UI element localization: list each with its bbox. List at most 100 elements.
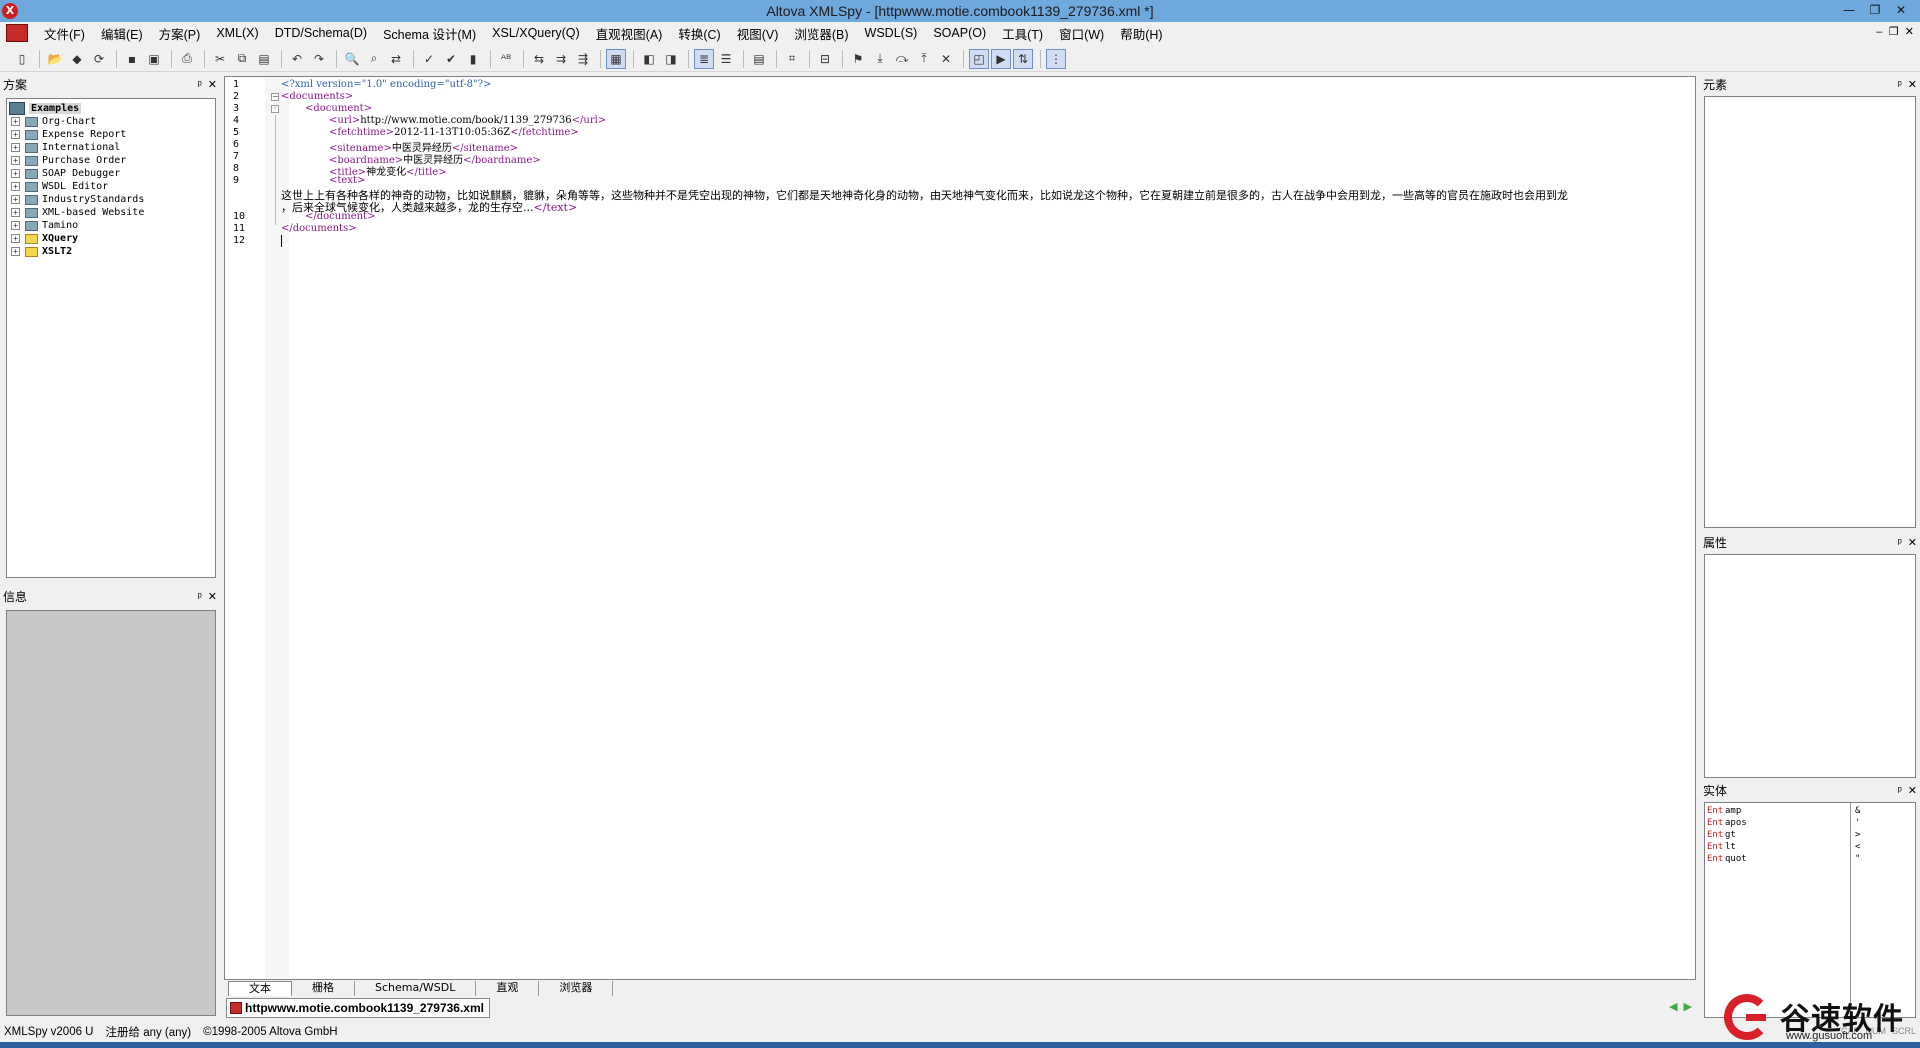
fold-toggle[interactable]: ◦ [271, 105, 279, 113]
tree-item[interactable]: + IndustryStandards [7, 193, 215, 206]
debug-start-icon[interactable]: ⚑ [848, 49, 868, 69]
validate-icon[interactable]: ✔ [441, 49, 461, 69]
close-icon[interactable]: ✕ [1908, 534, 1917, 552]
expand-icon[interactable]: + [11, 169, 20, 178]
menu-authentic[interactable]: 直观视图(A) [588, 24, 671, 43]
compare-icon[interactable]: ⊟ [815, 49, 835, 69]
find-icon[interactable]: 🔍 [342, 49, 362, 69]
debug-step-out-icon[interactable]: ⤒ [914, 49, 934, 69]
mdi-restore-button[interactable]: ❐ [1889, 25, 1899, 38]
menu-view[interactable]: 视图(V) [729, 24, 787, 43]
expand-icon[interactable]: + [11, 234, 20, 243]
menu-help[interactable]: 帮助(H) [1112, 24, 1170, 43]
tab-schema-wsdl[interactable]: Schema/WSDL [355, 981, 477, 996]
tree-item[interactable]: + Purchase Order [7, 154, 215, 167]
close-button[interactable]: ✕ [1888, 0, 1914, 20]
pin-icon[interactable]: ᵖ [198, 76, 202, 94]
paste-icon[interactable]: ▤ [254, 49, 274, 69]
debug-step-over-icon[interactable]: ⤼ [892, 49, 912, 69]
entity-row[interactable]: Ent gt > [1705, 829, 1915, 841]
cut-icon[interactable]: ✂ [210, 49, 230, 69]
tree-item[interactable]: + SOAP Debugger [7, 167, 215, 180]
fold-icon[interactable]: ◰ [969, 48, 989, 69]
menu-browser[interactable]: 浏览器(B) [786, 24, 856, 43]
check-wellformed-icon[interactable]: ✓ [419, 49, 439, 69]
expand-icon[interactable]: + [11, 156, 20, 165]
pretty-print-icon[interactable]: ☰ [716, 49, 736, 69]
document-menu-icon[interactable] [6, 24, 28, 42]
expand-icon[interactable]: + [11, 182, 20, 191]
menu-soap[interactable]: SOAP(O) [925, 26, 994, 40]
find-next-icon[interactable]: ⌕ [364, 49, 384, 69]
copy-icon[interactable]: ⧉ [232, 49, 252, 69]
debug-step-into-icon[interactable]: ⤓ [870, 49, 890, 69]
word-wrap-icon[interactable]: ≣ [694, 48, 714, 69]
text-view-icon[interactable]: ▦ [606, 48, 626, 69]
pin-icon[interactable]: ᵖ [198, 588, 202, 606]
tree-item[interactable]: + XQuery [7, 232, 215, 245]
restore-button[interactable]: ❐ [1862, 0, 1888, 20]
xquery-icon[interactable]: ⇶ [573, 49, 593, 69]
tab-text[interactable]: 文本 [228, 981, 292, 996]
pin-icon[interactable]: ᵖ [1898, 534, 1902, 552]
enter-data-icon[interactable]: ▤ [749, 49, 769, 69]
whitespace-icon[interactable]: ⋮ [1046, 48, 1066, 69]
entity-row[interactable]: Ent lt < [1705, 841, 1915, 853]
tree-item[interactable]: + WSDL Editor [7, 180, 215, 193]
generate-schema-icon[interactable]: ▮ [463, 49, 483, 69]
tree-item[interactable]: + International [7, 141, 215, 154]
line-numbers-icon[interactable]: ▶ [991, 48, 1011, 69]
tree-item[interactable]: + Org-Chart [7, 115, 215, 128]
expand-icon[interactable]: + [11, 208, 20, 217]
next-document-icon[interactable]: ▶ [1684, 1000, 1692, 1013]
tab-authentic[interactable]: 直观 [476, 981, 540, 996]
browser-forward-icon[interactable]: ◨ [661, 49, 681, 69]
menu-edit[interactable]: 编辑(E) [93, 24, 151, 43]
menu-xml[interactable]: XML(X) [208, 26, 266, 40]
save-all-icon[interactable]: ▣ [144, 49, 164, 69]
prev-document-icon[interactable]: ◀ [1669, 1000, 1677, 1013]
tab-browser[interactable]: 浏览器 [539, 981, 614, 996]
expand-icon[interactable]: + [11, 195, 20, 204]
reload-icon[interactable]: ⟳ [89, 49, 109, 69]
open-url-icon[interactable]: ◆ [67, 49, 87, 69]
mdi-minimize-button[interactable]: ‒ [1876, 25, 1883, 38]
xsl-transform-icon[interactable]: ⇆ [529, 49, 549, 69]
pin-icon[interactable]: ᵖ [1898, 76, 1902, 94]
save-icon[interactable]: ▪ [122, 49, 142, 69]
fold-toggle[interactable]: − [271, 93, 279, 101]
tree-root[interactable]: Examples [7, 102, 215, 115]
debug-stop-icon[interactable]: ✕ [936, 49, 956, 69]
xpath-icon[interactable]: ⌗ [782, 49, 802, 69]
menu-dtd-schema[interactable]: DTD/Schema(D) [267, 26, 375, 40]
pin-icon[interactable]: ᵖ [1898, 782, 1902, 800]
close-icon[interactable]: ✕ [1908, 782, 1917, 800]
menu-file[interactable]: 文件(F) [36, 24, 93, 43]
expand-icon[interactable]: + [11, 221, 20, 230]
new-file-icon[interactable]: ▯ [12, 49, 32, 69]
menu-tools[interactable]: 工具(T) [994, 24, 1051, 43]
menu-xsl-xquery[interactable]: XSL/XQuery(Q) [484, 26, 588, 40]
document-tab[interactable]: httpwww.motie.combook1139_279736.xml [226, 998, 490, 1018]
tree-item[interactable]: + Tamino [7, 219, 215, 232]
open-folder-icon[interactable]: 📂 [45, 49, 65, 69]
entity-row[interactable]: Ent quot " [1705, 853, 1915, 865]
tree-item[interactable]: + XSLT2 [7, 245, 215, 258]
menu-convert[interactable]: 转换(C) [670, 24, 728, 43]
tree-item[interactable]: + Expense Report [7, 128, 215, 141]
mdi-close-button[interactable]: ✕ [1905, 25, 1914, 38]
browser-back-icon[interactable]: ◧ [639, 49, 659, 69]
menu-schema-design[interactable]: Schema 设计(M) [375, 24, 484, 43]
close-icon[interactable]: ✕ [208, 76, 217, 94]
expand-icon[interactable]: + [11, 247, 20, 256]
menu-window[interactable]: 窗口(W) [1051, 24, 1112, 43]
text-editor[interactable]: 1 2 3 4 5 6 7 8 9 10 11 12 − ◦ <?xml ver… [224, 76, 1696, 980]
xsl-fo-icon[interactable]: ⇉ [551, 49, 571, 69]
entity-row[interactable]: Ent apos ' [1705, 817, 1915, 829]
bookmark-margin-icon[interactable]: ⇅ [1013, 48, 1033, 69]
tree-item[interactable]: + XML-based Website [7, 206, 215, 219]
close-icon[interactable]: ✕ [1908, 76, 1917, 94]
spelling-icon[interactable]: ᴬᴮ [496, 49, 516, 69]
redo-icon[interactable]: ↷ [309, 49, 329, 69]
replace-icon[interactable]: ⇄ [386, 49, 406, 69]
